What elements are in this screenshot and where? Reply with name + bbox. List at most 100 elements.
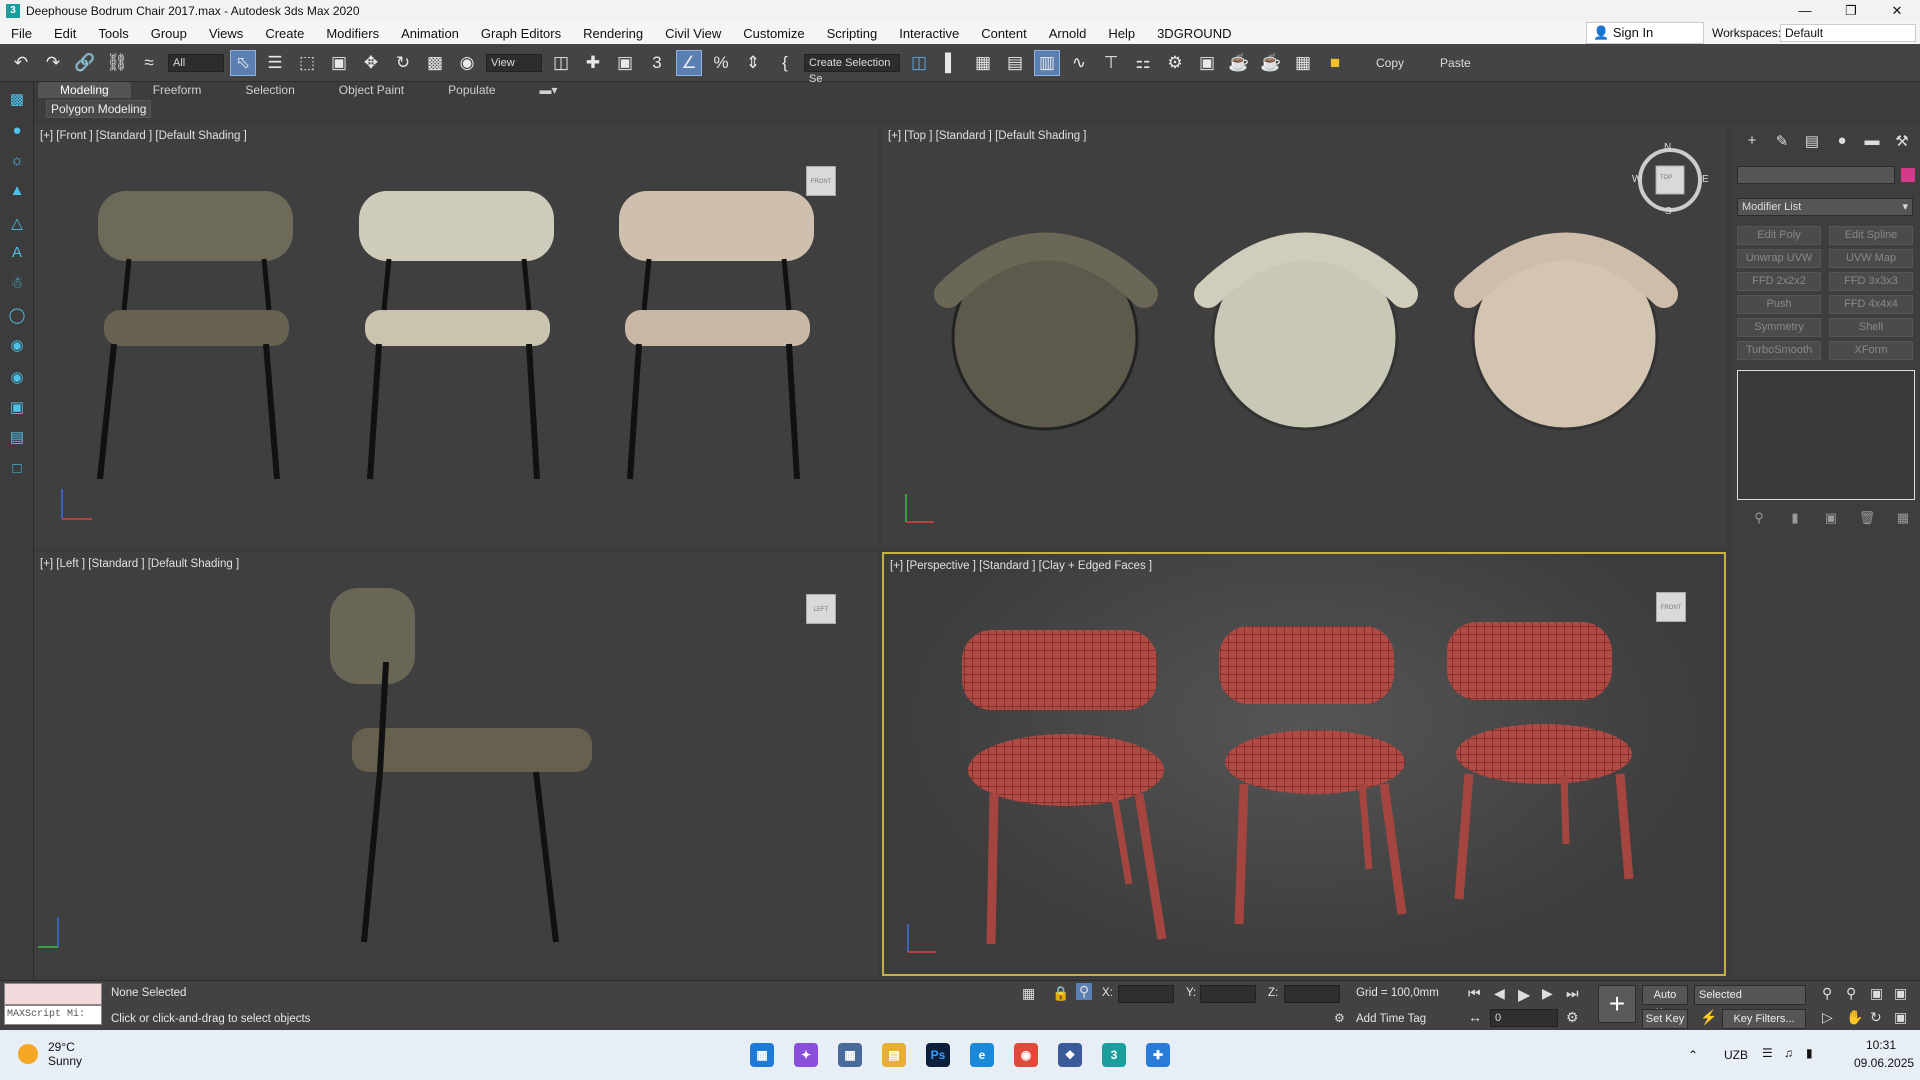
zoom-icon[interactable]: ⚲ xyxy=(1822,985,1832,1002)
menu-rendering[interactable]: Rendering xyxy=(572,26,654,41)
menu-edit[interactable]: Edit xyxy=(43,26,87,41)
ribbon-options-icon[interactable]: ▬▾ xyxy=(518,82,580,98)
add-time-tag[interactable]: Add Time Tag xyxy=(1356,1013,1426,1025)
reference-coord-dropdown[interactable]: View xyxy=(486,53,542,72)
uvw-map-button[interactable]: UVW Map xyxy=(1829,249,1913,268)
y-coord-field[interactable] xyxy=(1200,985,1256,1003)
maximize-button[interactable]: ❐ xyxy=(1828,0,1874,22)
zoom-all-icon[interactable]: ⚲ xyxy=(1846,985,1856,1002)
keyboard-shortcut-icon[interactable]: ▣ xyxy=(612,50,638,76)
maximize-viewport-icon[interactable]: ▣ xyxy=(1894,1009,1907,1026)
viewcube-perspective[interactable]: FRONT xyxy=(1656,592,1686,622)
z-coord-field[interactable] xyxy=(1284,985,1340,1003)
toggle-ribbon-icon[interactable]: ▤ xyxy=(1002,50,1028,76)
hierarchy-tab-icon[interactable]: ▤ xyxy=(1797,132,1827,150)
wifi-icon[interactable]: ☰ xyxy=(1762,1046,1773,1060)
render-setup-icon[interactable]: ⚙ xyxy=(1162,50,1188,76)
angle-snap-icon[interactable]: ∠ xyxy=(676,49,702,76)
paste-button[interactable]: Paste xyxy=(1440,56,1471,70)
select-by-name-icon[interactable]: ☰ xyxy=(262,50,288,76)
clock-time[interactable]: 10:31 xyxy=(1866,1038,1896,1052)
transform-mode-icon[interactable]: ⚲ xyxy=(1076,983,1093,1000)
modifier-list-dropdown[interactable]: Modifier List ▾ xyxy=(1737,198,1913,216)
remove-modifier-icon[interactable]: 🗑 xyxy=(1849,510,1885,526)
x-coord-field[interactable] xyxy=(1118,985,1174,1003)
selection-filter-dropdown[interactable]: All xyxy=(168,53,224,72)
zoom-extents-all-icon[interactable]: ▣ xyxy=(1894,985,1907,1002)
minimize-button[interactable]: — xyxy=(1782,0,1828,22)
weather-widget[interactable]: 29°C Sunny xyxy=(18,1040,82,1068)
utilities-icon[interactable]: □ xyxy=(6,460,28,480)
edit-spline-button[interactable]: Edit Spline xyxy=(1829,226,1913,245)
motion-tab-icon[interactable]: ● xyxy=(1827,132,1857,150)
push-button[interactable]: Push xyxy=(1737,295,1821,314)
app-icon-blue[interactable]: ✚ xyxy=(1146,1043,1170,1067)
maxscript-input[interactable]: MAXScript Mi: xyxy=(4,1005,102,1025)
undo-icon[interactable]: ↶ xyxy=(8,50,34,76)
menu-3dground[interactable]: 3DGROUND xyxy=(1146,26,1242,41)
current-frame-field[interactable]: 0 xyxy=(1490,1009,1558,1027)
tab-modeling[interactable]: Modeling xyxy=(38,82,131,98)
tray-chevron-icon[interactable]: ⌃ xyxy=(1688,1048,1698,1062)
window-crossing-icon[interactable]: ▣ xyxy=(326,50,352,76)
scene-explorer-icon[interactable]: ▩ xyxy=(6,90,28,110)
named-selection-dropdown[interactable]: Create Selection Se xyxy=(804,53,900,85)
shape-icon[interactable]: ▲ xyxy=(6,182,28,202)
ffd-4x4x4-button[interactable]: FFD 4x4x4 xyxy=(1829,295,1913,314)
light-icon[interactable]: ● xyxy=(6,122,28,142)
key-filters-button[interactable]: Key Filters... xyxy=(1722,1009,1806,1029)
edit-poly-button[interactable]: Edit Poly xyxy=(1737,226,1821,245)
copilot-icon[interactable]: ✦ xyxy=(794,1043,818,1067)
turbosmooth-button[interactable]: TurboSmooth xyxy=(1737,341,1821,360)
zoom-extents-icon[interactable]: ▣ xyxy=(1870,985,1883,1002)
menu-scripting[interactable]: Scripting xyxy=(816,26,889,41)
edge-icon[interactable]: e xyxy=(970,1043,994,1067)
maxscript-output[interactable] xyxy=(4,983,102,1005)
go-to-start-icon[interactable]: ⏮ xyxy=(1468,985,1481,1002)
fov-icon[interactable]: ▷ xyxy=(1822,1009,1833,1026)
rendered-frame-icon[interactable]: ▣ xyxy=(1194,50,1220,76)
percent-snap-icon[interactable]: % xyxy=(708,50,734,76)
render-production-icon[interactable]: ☕ xyxy=(1226,50,1252,76)
photoshop-icon[interactable]: Ps xyxy=(926,1043,950,1067)
select-manipulate-icon[interactable]: ✚ xyxy=(580,50,606,76)
language-indicator[interactable]: UZB xyxy=(1724,1048,1748,1062)
isolate-icon[interactable]: ▦ xyxy=(1022,985,1035,1002)
viewport-left-label[interactable]: [+] [Left ] [Standard ] [Default Shading… xyxy=(40,558,239,570)
lock-selection-icon[interactable]: 🔒 xyxy=(1052,985,1069,1002)
move-icon[interactable]: ✥ xyxy=(358,50,384,76)
modifier-stack[interactable] xyxy=(1737,370,1915,500)
clock-date[interactable]: 09.06.2025 xyxy=(1854,1056,1914,1070)
maxscript-listener[interactable]: MAXScript Mi: xyxy=(4,983,102,1027)
chrome-icon[interactable]: ◉ xyxy=(1014,1043,1038,1067)
make-unique-icon[interactable]: ▣ xyxy=(1813,510,1849,526)
edit-named-selection-icon[interactable]: { xyxy=(772,50,798,76)
unwrap-uvw-button[interactable]: Unwrap UVW xyxy=(1737,249,1821,268)
create-tab-icon[interactable]: + xyxy=(1737,132,1767,150)
object-color-swatch[interactable] xyxy=(1901,168,1915,182)
tab-populate[interactable]: Populate xyxy=(426,82,517,98)
auto-key-button[interactable]: Auto Key xyxy=(1642,985,1688,1019)
object-name-field[interactable] xyxy=(1737,166,1895,184)
menu-tools[interactable]: Tools xyxy=(87,26,139,41)
menu-arnold[interactable]: Arnold xyxy=(1038,26,1098,41)
ffd-2x2x2-button[interactable]: FFD 2x2x2 xyxy=(1737,272,1821,291)
sign-in-dropdown[interactable]: 👤 Sign In xyxy=(1586,22,1704,44)
menu-create[interactable]: Create xyxy=(254,26,315,41)
tab-freeform[interactable]: Freeform xyxy=(131,82,224,98)
close-button[interactable]: ✕ xyxy=(1874,0,1920,22)
symmetry-button[interactable]: Symmetry xyxy=(1737,318,1821,337)
unlink-icon[interactable]: ⛓ xyxy=(104,50,130,76)
menu-modifiers[interactable]: Modifiers xyxy=(315,26,390,41)
3dsmax-taskbar-icon[interactable]: 3 xyxy=(1102,1043,1126,1067)
set-key-button[interactable]: Set Key xyxy=(1642,1009,1688,1029)
figure-icon[interactable]: ☃ xyxy=(6,274,28,294)
key-set-dropdown[interactable]: Selected xyxy=(1694,985,1806,1005)
viewport-left[interactable]: [+] [Left ] [Standard ] [Default Shading… xyxy=(34,552,878,976)
redo-icon[interactable]: ↷ xyxy=(40,50,66,76)
menu-help[interactable]: Help xyxy=(1097,26,1146,41)
layer-explorer-icon[interactable]: ▦ xyxy=(970,50,996,76)
key-mode-icon[interactable]: ↔ xyxy=(1468,1009,1482,1025)
shell-button[interactable]: Shell xyxy=(1829,318,1913,337)
scale-icon[interactable]: ▩ xyxy=(422,50,448,76)
